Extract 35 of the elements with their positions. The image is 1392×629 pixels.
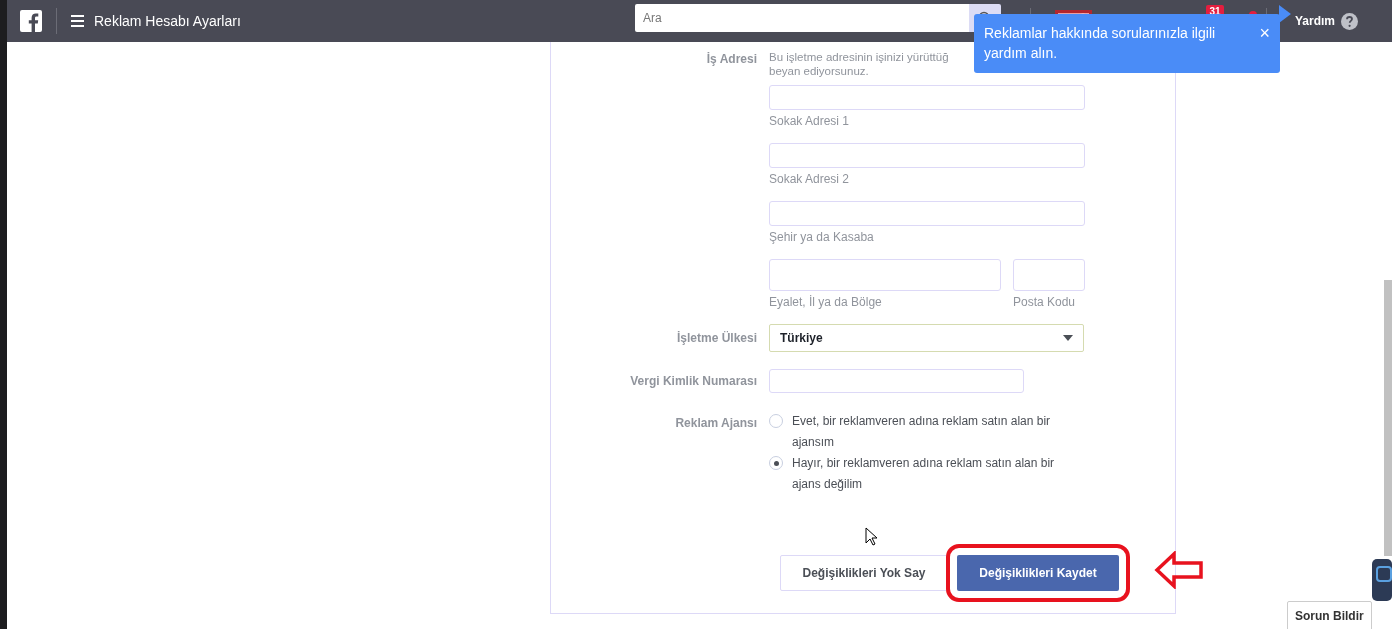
text-field[interactable] (769, 369, 1024, 393)
cursor-icon (865, 527, 878, 546)
widget-icon[interactable] (1372, 559, 1392, 601)
field-label: Vergi Kimlik Numarası (629, 373, 758, 390)
field-caption: Posta Kodu (1013, 294, 1077, 310)
search-field[interactable]: Ara (634, 4, 969, 32)
save-button[interactable]: Değişiklikleri Kaydet (957, 555, 1119, 591)
field-caption: Sokak Adresi 2 (769, 171, 851, 187)
field-caption: Eyalet, İl ya da Bölge (769, 294, 883, 310)
text-field[interactable] (769, 201, 1085, 226)
field-label: İşletme Ülkesi (675, 330, 758, 347)
field-caption: Sokak Adresi 1 (769, 113, 851, 129)
field-caption: Şehir ya da Kasaba (769, 229, 875, 245)
scrollbar-thumb[interactable] (1384, 280, 1392, 556)
discard-button[interactable]: Değişiklikleri Yok Say (780, 555, 948, 591)
country-select[interactable]: Türkiye (769, 324, 1084, 352)
tooltip-text: Reklamlar hakkında sorularınızla ilgili yardım alın. (984, 24, 1217, 63)
select-value: Türkiye (780, 330, 823, 347)
text-field[interactable] (1013, 259, 1085, 291)
report-button[interactable]: Sorun Bildir (1287, 601, 1372, 629)
help-icon[interactable] (1341, 13, 1358, 31)
option-label: Evet, bir reklamveren adına reklam satın alan bir ajansım (792, 413, 1052, 451)
text-field[interactable] (769, 143, 1085, 168)
page-title: Reklam Hesabı Ayarları (94, 11, 241, 31)
logo-icon[interactable] (20, 10, 42, 32)
arrow-drawing (1154, 551, 1204, 589)
help-link[interactable]: Yardım (1294, 12, 1335, 30)
field-label: İş Adresi (705, 51, 758, 68)
menu-icon[interactable] (71, 15, 84, 27)
field-label: Reklam Ajansı (674, 415, 758, 432)
field-description: Bu işletme adresinin işinizi yürüttüğ beyan ediyorsunuz. (769, 50, 949, 78)
option-label: Hayır, bir reklamveren adına reklam satın alan bir ajans değilim (792, 455, 1056, 493)
text-field[interactable] (769, 85, 1085, 110)
caret-icon (1063, 335, 1073, 341)
text-field[interactable] (769, 259, 1001, 291)
